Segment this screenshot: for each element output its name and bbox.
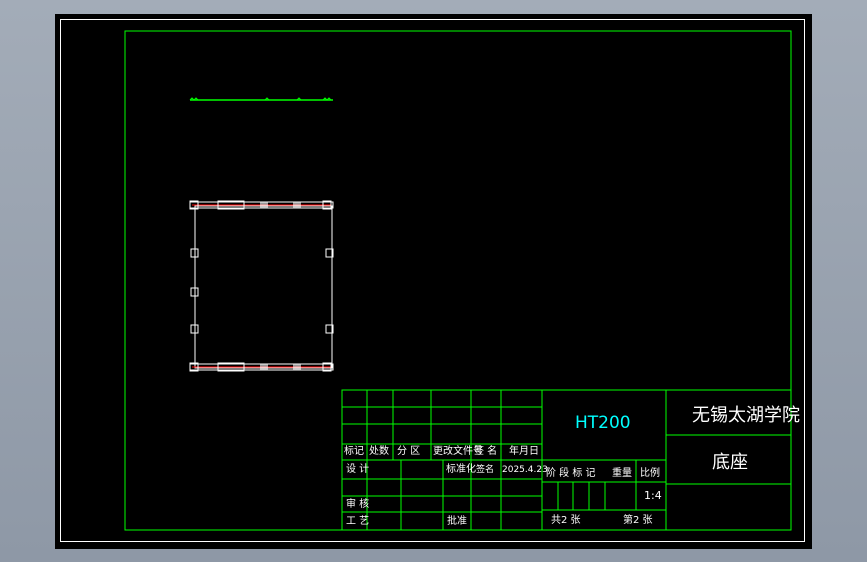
top-view-line (189, 97, 333, 101)
label-total-sheets: 共2 张 (551, 515, 581, 526)
label-weight: 重量 (612, 468, 632, 479)
part-name: 底座 (712, 452, 748, 473)
label-signature2: 签名 (476, 465, 495, 475)
label-process: 工 艺 (346, 516, 370, 527)
school-name: 无锡太湖学院 (692, 405, 800, 426)
scale-value: 1:4 (644, 489, 662, 502)
label-mark: 标记 (344, 446, 364, 457)
cad-drawing (124, 30, 792, 531)
material-label: HT200 (575, 413, 631, 433)
label-stage-mark: 阶 段 标 记 (546, 468, 596, 479)
label-date: 年月日 (509, 446, 539, 457)
base-part-view (189, 200, 334, 372)
label-sheet-no: 第2 张 (623, 515, 653, 526)
label-approve: 批准 (447, 516, 467, 527)
label-signature: 签 名 (474, 446, 498, 457)
label-design: 设 计 (346, 464, 370, 475)
drawing-sheet: HT200 无锡太湖学院 底座 标记 处数 分 区 更改文件号 签 名 年月日 … (55, 14, 812, 549)
design-date: 2025.4.23 (502, 465, 548, 475)
label-review: 审 核 (346, 499, 370, 510)
label-standardize: 标准化 (446, 464, 476, 475)
label-zone: 分 区 (397, 446, 421, 457)
label-scale: 比例 (640, 468, 660, 479)
label-count: 处数 (369, 446, 389, 457)
